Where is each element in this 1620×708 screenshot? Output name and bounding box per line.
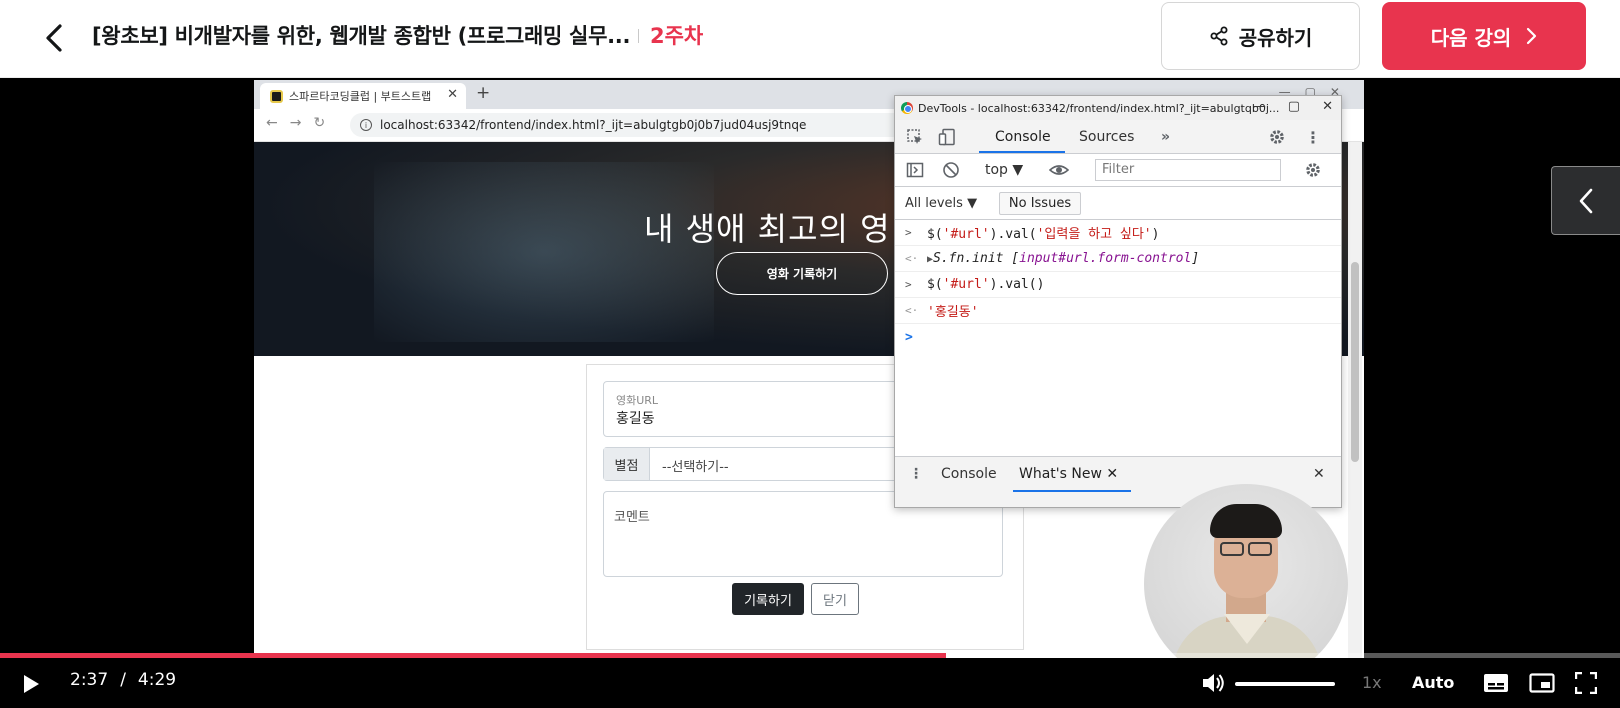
output-arrow-icon: <·: [905, 304, 919, 317]
browser-nav-icon: ←→↻: [266, 115, 338, 131]
chevron-left-icon: [1579, 188, 1593, 213]
close-icon: ✕: [1106, 466, 1119, 482]
pip-button[interactable]: [1527, 668, 1557, 698]
star-label: 별점: [604, 448, 650, 480]
close-icon: ✕: [1322, 99, 1333, 114]
devtools-window-controls: — ▢ ✕: [1253, 99, 1333, 114]
favicon-icon: [270, 89, 283, 103]
week-label: 2주차: [650, 24, 704, 48]
share-button[interactable]: 공유하기: [1161, 2, 1360, 70]
form-close-button: 닫기: [811, 583, 859, 615]
share-icon: [1210, 26, 1228, 46]
drawer-menu-icon: ⋮: [909, 466, 923, 482]
minimize-icon: —: [1252, 99, 1266, 114]
prompt-icon: >: [905, 329, 913, 345]
console-line: <· ▶S.fn.init [input#url.form-control]: [895, 246, 1341, 272]
current-time: 2:37: [70, 670, 109, 690]
title-divider: [638, 29, 639, 43]
console-prompt: >: [895, 324, 1341, 350]
hero-title: 내 생애 최고의 영: [644, 210, 891, 248]
input-arrow-icon: >: [905, 226, 912, 239]
fullscreen-icon: [1575, 672, 1597, 694]
quality-selector[interactable]: Auto: [1412, 673, 1454, 692]
presenter-hair: [1210, 504, 1282, 538]
drawer-close-icon: ✕: [1313, 466, 1325, 482]
console-line: > $('#url').val('입력을 하고 싶다'): [895, 220, 1341, 246]
top-header: [왕초보] 비개발자를 위한, 웹개발 종합반 (프로그래밍 실무... 2주차…: [0, 0, 1620, 78]
hero-record-button: 영화 기록하기: [716, 252, 888, 295]
record-submit-button: 기록하기: [732, 583, 804, 615]
play-icon: [24, 675, 39, 693]
captions-button[interactable]: [1481, 668, 1511, 698]
sidebar-toggle-icon: [905, 160, 925, 180]
comment-placeholder: 코멘트: [614, 510, 650, 525]
picture-in-picture-icon: [1529, 673, 1555, 693]
video-player[interactable]: 스파르타코딩클럽 | 부트스트랩 ✕ + — ▢ ✕ ←→↻ i localhost…: [0, 79, 1620, 708]
console-toolbar: top ▼ Filter: [895, 154, 1341, 187]
volume-button[interactable]: [1198, 668, 1228, 698]
tab-sources: Sources: [1079, 129, 1135, 145]
presenter-glasses: [1220, 542, 1272, 556]
side-panel-toggle[interactable]: [1551, 166, 1620, 235]
info-icon: i: [360, 119, 372, 131]
console-line: > $('#url').val(): [895, 272, 1341, 298]
console-output: > $('#url').val('입력을 하고 싶다') <· ▶S.fn.in…: [895, 220, 1341, 460]
clear-console-icon: [941, 160, 961, 180]
drawer-tab-indicator: [1013, 490, 1131, 492]
levels-dropdown: All levels ▼: [905, 196, 978, 211]
input-arrow-icon: >: [905, 278, 912, 291]
time-display: 2:37/4:29: [70, 670, 177, 690]
maximize-icon: ▢: [1287, 99, 1301, 114]
volume-icon: [1203, 674, 1224, 692]
chrome-icon: [901, 102, 913, 114]
tab-close-icon: ✕: [447, 87, 458, 102]
new-tab-icon: +: [476, 83, 491, 103]
eye-icon: [1049, 160, 1069, 180]
chevron-left-icon: [46, 24, 62, 52]
share-label: 공유하기: [1238, 25, 1313, 50]
devtools-tabs: Console Sources » ⋮: [895, 120, 1341, 154]
devtools-window: DevTools - localhost:63342/frontend/inde…: [894, 95, 1342, 508]
back-button[interactable]: [36, 18, 72, 58]
context-selector: top ▼: [985, 162, 1024, 178]
console-line: <· '홍길동': [895, 298, 1341, 324]
devtools-titlebar: DevTools - localhost:63342/frontend/inde…: [895, 96, 1341, 120]
browser-tab-title: 스파르타코딩클럽 | 부트스트랩: [289, 90, 432, 103]
inspect-icon: [905, 127, 925, 147]
page-scrollbar-thumb: [1351, 262, 1359, 462]
star-select: --선택하기--: [662, 460, 729, 475]
duration: 4:29: [137, 670, 177, 690]
tab-console: Console: [995, 129, 1051, 145]
movie-url-label: 영화URL: [616, 394, 659, 407]
browser-url: localhost:63342/frontend/index.html?_ijt…: [380, 118, 807, 132]
next-lecture-label: 다음 강의: [1430, 25, 1512, 50]
console-settings-icon: [1303, 160, 1323, 180]
browser-tab: 스파르타코딩클럽 | 부트스트랩 ✕: [260, 83, 466, 109]
filter-input: Filter: [1095, 159, 1281, 181]
movie-url-value: 홍길동: [616, 411, 655, 427]
chevron-right-icon: [1527, 27, 1537, 45]
lecture-page: [왕초보] 비개발자를 위한, 웹개발 종합반 (프로그래밍 실무... 2주차…: [0, 0, 1620, 708]
page-scrollbar: [1348, 142, 1362, 666]
next-lecture-button[interactable]: 다음 강의: [1382, 2, 1586, 70]
issues-button: No Issues: [999, 192, 1081, 215]
settings-icon: [1267, 127, 1287, 147]
levels-toolbar: All levels ▼ No Issues: [895, 187, 1341, 220]
player-controls: 2:37/4:29 1x Auto: [0, 658, 1620, 708]
course-title: [왕초보] 비개발자를 위한, 웹개발 종합반 (프로그래밍 실무...: [92, 24, 631, 48]
drawer-tab-console: Console: [941, 466, 997, 482]
devtools-title: DevTools - localhost:63342/frontend/inde…: [918, 101, 1280, 115]
kebab-menu-icon: ⋮: [1305, 127, 1321, 147]
drawer-tab-whats-new: What's New ✕: [1019, 466, 1119, 482]
volume-slider[interactable]: [1235, 682, 1335, 686]
playback-speed[interactable]: 1x: [1362, 673, 1382, 692]
fullscreen-button[interactable]: [1571, 668, 1601, 698]
captions-icon: [1484, 674, 1508, 692]
more-tabs-icon: »: [1161, 129, 1171, 145]
active-tab-indicator: [979, 151, 1065, 153]
output-arrow-icon: <·: [905, 252, 919, 265]
device-toggle-icon: [937, 127, 957, 147]
play-button[interactable]: [16, 669, 46, 699]
